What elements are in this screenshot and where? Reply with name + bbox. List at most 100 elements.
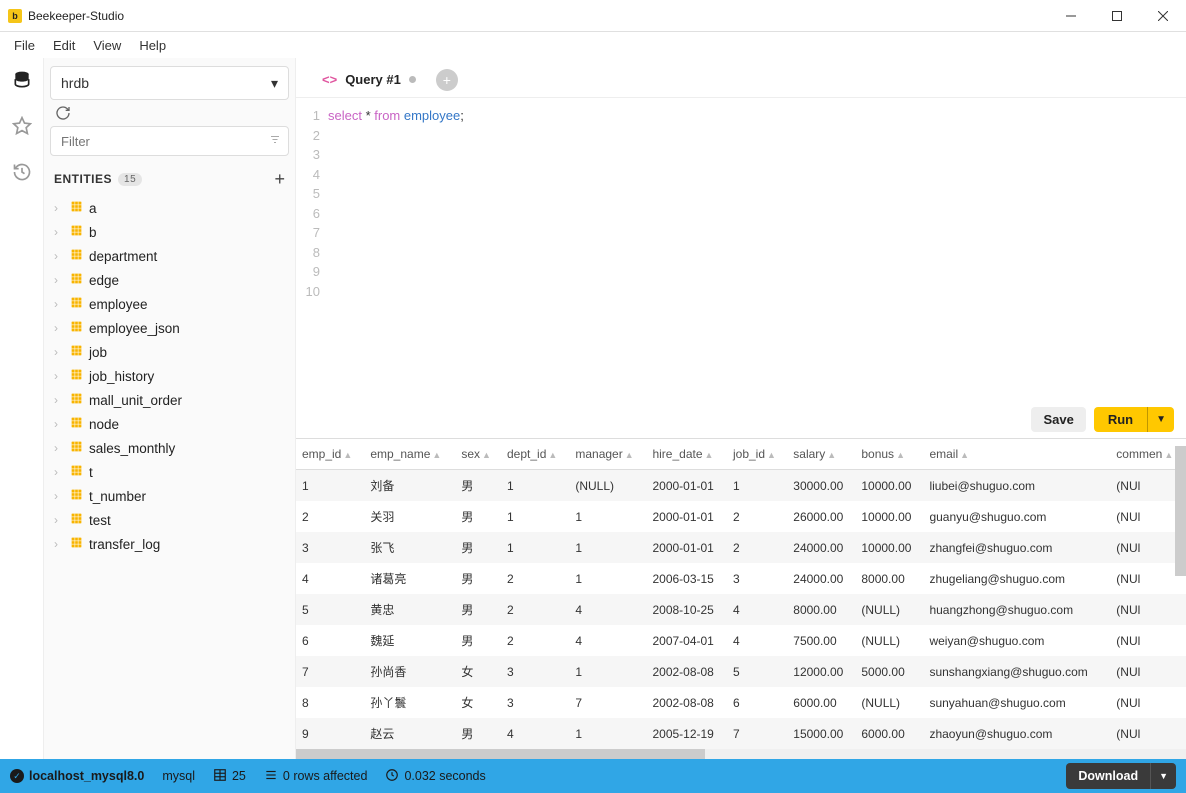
- cell[interactable]: 7: [296, 656, 364, 687]
- cell[interactable]: 张飞: [364, 532, 455, 563]
- entity-item[interactable]: ›edge: [50, 268, 289, 292]
- cell[interactable]: 10000.00: [855, 501, 923, 532]
- minimize-button[interactable]: [1048, 0, 1094, 31]
- cell[interactable]: 2: [501, 563, 569, 594]
- star-icon[interactable]: [8, 112, 36, 140]
- cell[interactable]: 8: [296, 687, 364, 718]
- menu-help[interactable]: Help: [131, 36, 174, 55]
- cell[interactable]: 6: [727, 687, 787, 718]
- col-emp_id[interactable]: emp_id▲: [296, 439, 364, 470]
- add-entity-button[interactable]: +: [274, 170, 285, 188]
- cell[interactable]: 4: [569, 625, 646, 656]
- cell[interactable]: 24000.00: [787, 532, 855, 563]
- cell[interactable]: 10000.00: [855, 470, 923, 502]
- cell[interactable]: 2002-08-08: [646, 656, 727, 687]
- cell[interactable]: (NUl: [1110, 625, 1186, 656]
- cell[interactable]: 3: [296, 532, 364, 563]
- entity-item[interactable]: ›transfer_log: [50, 532, 289, 556]
- cell[interactable]: 7: [569, 687, 646, 718]
- cell[interactable]: 8000.00: [855, 563, 923, 594]
- cell[interactable]: 诸葛亮: [364, 563, 455, 594]
- col-dept_id[interactable]: dept_id▲: [501, 439, 569, 470]
- cell[interactable]: 4: [727, 594, 787, 625]
- col-emp_name[interactable]: emp_name▲: [364, 439, 455, 470]
- cell[interactable]: 男: [455, 470, 501, 502]
- cell[interactable]: 2002-08-08: [646, 687, 727, 718]
- cell[interactable]: 男: [455, 625, 501, 656]
- cell[interactable]: guanyu@shuguo.com: [923, 501, 1110, 532]
- col-salary[interactable]: salary▲: [787, 439, 855, 470]
- cell[interactable]: 6000.00: [787, 687, 855, 718]
- cell[interactable]: 15000.00: [787, 718, 855, 749]
- cell[interactable]: 赵云: [364, 718, 455, 749]
- cell[interactable]: liubei@shuguo.com: [923, 470, 1110, 502]
- table-row[interactable]: 6魏延男242007-04-0147500.00(NULL)weiyan@shu…: [296, 625, 1186, 656]
- cell[interactable]: (NUl: [1110, 656, 1186, 687]
- table-row[interactable]: 4诸葛亮男212006-03-15324000.008000.00zhugeli…: [296, 563, 1186, 594]
- cell[interactable]: 1: [569, 532, 646, 563]
- table-row[interactable]: 2关羽男112000-01-01226000.0010000.00guanyu@…: [296, 501, 1186, 532]
- cell[interactable]: 7500.00: [787, 625, 855, 656]
- download-dropdown-button[interactable]: ▼: [1150, 763, 1176, 789]
- menu-file[interactable]: File: [6, 36, 43, 55]
- table-row[interactable]: 3张飞男112000-01-01224000.0010000.00zhangfe…: [296, 532, 1186, 563]
- entity-item[interactable]: ›t_number: [50, 484, 289, 508]
- col-hire_date[interactable]: hire_date▲: [646, 439, 727, 470]
- entity-item[interactable]: ›employee_json: [50, 316, 289, 340]
- cell[interactable]: 魏延: [364, 625, 455, 656]
- col-job_id[interactable]: job_id▲: [727, 439, 787, 470]
- cell[interactable]: 2: [727, 532, 787, 563]
- table-row[interactable]: 9赵云男412005-12-19715000.006000.00zhaoyun@…: [296, 718, 1186, 749]
- table-row[interactable]: 1刘备男1(NULL)2000-01-01130000.0010000.00li…: [296, 470, 1186, 502]
- sql-editor[interactable]: 12345678910 select * from employee;: [296, 98, 1186, 301]
- cell[interactable]: (NUl: [1110, 594, 1186, 625]
- cell[interactable]: 12000.00: [787, 656, 855, 687]
- cell[interactable]: (NULL): [855, 625, 923, 656]
- cell[interactable]: 5: [296, 594, 364, 625]
- cell[interactable]: 2: [727, 501, 787, 532]
- run-dropdown-button[interactable]: ▼: [1147, 407, 1174, 432]
- tab-query-1[interactable]: <> Query #1: [308, 66, 430, 93]
- cell[interactable]: 2005-12-19: [646, 718, 727, 749]
- cell[interactable]: 2007-04-01: [646, 625, 727, 656]
- filter-input[interactable]: [50, 126, 289, 156]
- cell[interactable]: 26000.00: [787, 501, 855, 532]
- cell[interactable]: 9: [296, 718, 364, 749]
- cell[interactable]: (NUl: [1110, 687, 1186, 718]
- cell[interactable]: (NULL): [855, 594, 923, 625]
- cell[interactable]: (NULL): [855, 687, 923, 718]
- entity-item[interactable]: ›department: [50, 244, 289, 268]
- new-tab-button[interactable]: +: [436, 69, 458, 91]
- cell[interactable]: sunshangxiang@shuguo.com: [923, 656, 1110, 687]
- entity-item[interactable]: ›node: [50, 412, 289, 436]
- database-icon[interactable]: [8, 66, 36, 94]
- cell[interactable]: sunyahuan@shuguo.com: [923, 687, 1110, 718]
- h-scrollbar[interactable]: [296, 749, 1186, 759]
- cell[interactable]: weiyan@shuguo.com: [923, 625, 1110, 656]
- cell[interactable]: 刘备: [364, 470, 455, 502]
- cell[interactable]: 男: [455, 501, 501, 532]
- cell[interactable]: huangzhong@shuguo.com: [923, 594, 1110, 625]
- run-button[interactable]: Run: [1094, 407, 1147, 432]
- cell[interactable]: zhugeliang@shuguo.com: [923, 563, 1110, 594]
- cell[interactable]: 30000.00: [787, 470, 855, 502]
- cell[interactable]: 1: [727, 470, 787, 502]
- cell[interactable]: 男: [455, 563, 501, 594]
- cell[interactable]: 孙尚香: [364, 656, 455, 687]
- cell[interactable]: 6: [296, 625, 364, 656]
- cell[interactable]: 5: [727, 656, 787, 687]
- db-select[interactable]: hrdb ▾: [50, 66, 289, 100]
- cell[interactable]: 1: [501, 532, 569, 563]
- entity-item[interactable]: ›t: [50, 460, 289, 484]
- table-row[interactable]: 5黄忠男242008-10-2548000.00(NULL)huangzhong…: [296, 594, 1186, 625]
- entity-item[interactable]: ›a: [50, 196, 289, 220]
- close-button[interactable]: [1140, 0, 1186, 31]
- menu-edit[interactable]: Edit: [45, 36, 83, 55]
- cell[interactable]: (NULL): [569, 470, 646, 502]
- maximize-button[interactable]: [1094, 0, 1140, 31]
- refresh-button[interactable]: [50, 100, 76, 126]
- cell[interactable]: 1: [569, 656, 646, 687]
- editor-code[interactable]: select * from employee;: [328, 106, 1186, 301]
- cell[interactable]: 关羽: [364, 501, 455, 532]
- cell[interactable]: 女: [455, 687, 501, 718]
